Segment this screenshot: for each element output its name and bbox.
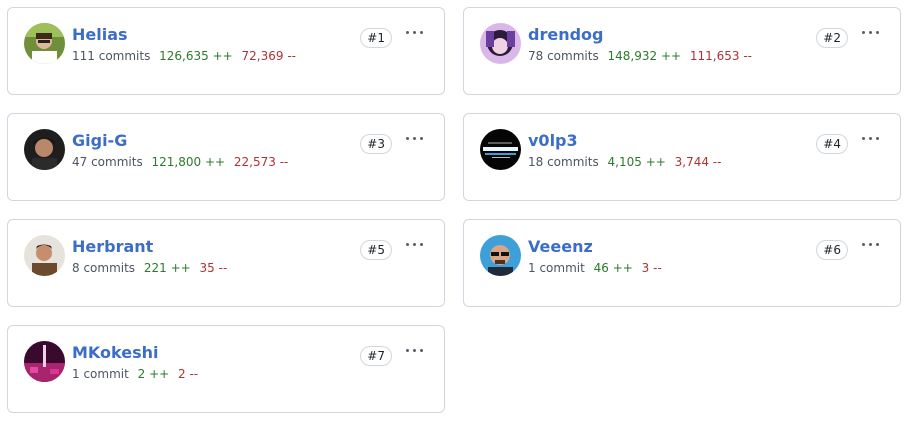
deletions-count: 22,573 -- — [233, 155, 289, 169]
commits-count[interactable]: 47 commits — [72, 155, 143, 169]
kebab-horizontal-icon[interactable] — [860, 236, 882, 254]
avatar[interactable] — [480, 23, 521, 64]
avatar[interactable] — [24, 23, 65, 64]
contributor-name[interactable]: Herbrant — [72, 237, 153, 257]
additions-count: 2 ++ — [137, 367, 170, 381]
contributor-stats: 47 commits 121,800 ++ 22,573 -- — [72, 154, 288, 170]
deletions-count: 72,369 -- — [241, 49, 296, 63]
kebab-horizontal-icon[interactable] — [404, 236, 426, 254]
rank-badge: #5 — [360, 240, 392, 260]
rank-badge: #7 — [360, 346, 392, 366]
contributor-stats: 111 commits 126,635 ++ 72,369 -- — [72, 48, 296, 64]
contributor-card-mkokeshi: MKokeshi 1 commit 2 ++ 2 -- #7 — [7, 325, 445, 413]
additions-count: 121,800 ++ — [151, 155, 226, 169]
additions-count: 46 ++ — [593, 261, 633, 275]
additions-count: 148,932 ++ — [607, 49, 682, 63]
deletions-count: 111,653 -- — [689, 49, 753, 63]
rank-badge: #2 — [816, 28, 848, 48]
contributor-name[interactable]: Helias — [72, 25, 128, 45]
contributor-card-veeenz: Veeenz 1 commit 46 ++ 3 -- #6 — [463, 219, 901, 307]
kebab-horizontal-icon[interactable] — [860, 24, 882, 42]
kebab-horizontal-icon[interactable] — [404, 342, 426, 360]
commits-count[interactable]: 1 commit — [72, 367, 129, 381]
contributor-stats: 18 commits 4,105 ++ 3,744 -- — [528, 154, 721, 170]
commits-count[interactable]: 1 commit — [528, 261, 585, 275]
additions-count: 126,635 ++ — [159, 49, 233, 63]
avatar[interactable] — [480, 129, 521, 170]
deletions-count: 35 -- — [199, 261, 228, 275]
contributor-name[interactable]: Gigi-G — [72, 131, 127, 151]
commits-count[interactable]: 111 commits — [72, 49, 150, 63]
additions-count: 4,105 ++ — [607, 155, 666, 169]
rank-badge: #1 — [360, 28, 392, 48]
deletions-count: 3,744 -- — [674, 155, 722, 169]
avatar[interactable] — [24, 235, 65, 276]
rank-badge: #3 — [360, 134, 392, 154]
contributor-card-v0lp3: v0lp3 18 commits 4,105 ++ 3,744 -- #4 — [463, 113, 901, 201]
contributor-card-drendog: drendog 78 commits 148,932 ++ 111,653 --… — [463, 7, 901, 95]
contributor-stats: 1 commit 2 ++ 2 -- — [72, 366, 198, 382]
contributor-card-gigi-g: Gigi-G 47 commits 121,800 ++ 22,573 -- #… — [7, 113, 445, 201]
contributor-name[interactable]: Veeenz — [528, 237, 593, 257]
commits-count[interactable]: 8 commits — [72, 261, 135, 275]
avatar[interactable] — [24, 129, 65, 170]
kebab-horizontal-icon[interactable] — [404, 24, 426, 42]
kebab-horizontal-icon[interactable] — [860, 130, 882, 148]
contributor-card-herbrant: Herbrant 8 commits 221 ++ 35 -- #5 — [7, 219, 445, 307]
commits-count[interactable]: 18 commits — [528, 155, 599, 169]
avatar[interactable] — [24, 341, 65, 382]
contributor-stats: 8 commits 221 ++ 35 -- — [72, 260, 227, 276]
deletions-count: 2 -- — [178, 367, 199, 381]
deletions-count: 3 -- — [641, 261, 662, 275]
kebab-horizontal-icon[interactable] — [404, 130, 426, 148]
additions-count: 221 ++ — [143, 261, 191, 275]
contributor-name[interactable]: v0lp3 — [528, 131, 578, 151]
contributor-name[interactable]: MKokeshi — [72, 343, 159, 363]
avatar[interactable] — [480, 235, 521, 276]
contributor-stats: 78 commits 148,932 ++ 111,653 -- — [528, 48, 752, 64]
commits-count[interactable]: 78 commits — [528, 49, 599, 63]
contributor-card-helias: Helias 111 commits 126,635 ++ 72,369 -- … — [7, 7, 445, 95]
contributor-name[interactable]: drendog — [528, 25, 603, 45]
rank-badge: #6 — [816, 240, 848, 260]
contributor-stats: 1 commit 46 ++ 3 -- — [528, 260, 662, 276]
rank-badge: #4 — [816, 134, 848, 154]
